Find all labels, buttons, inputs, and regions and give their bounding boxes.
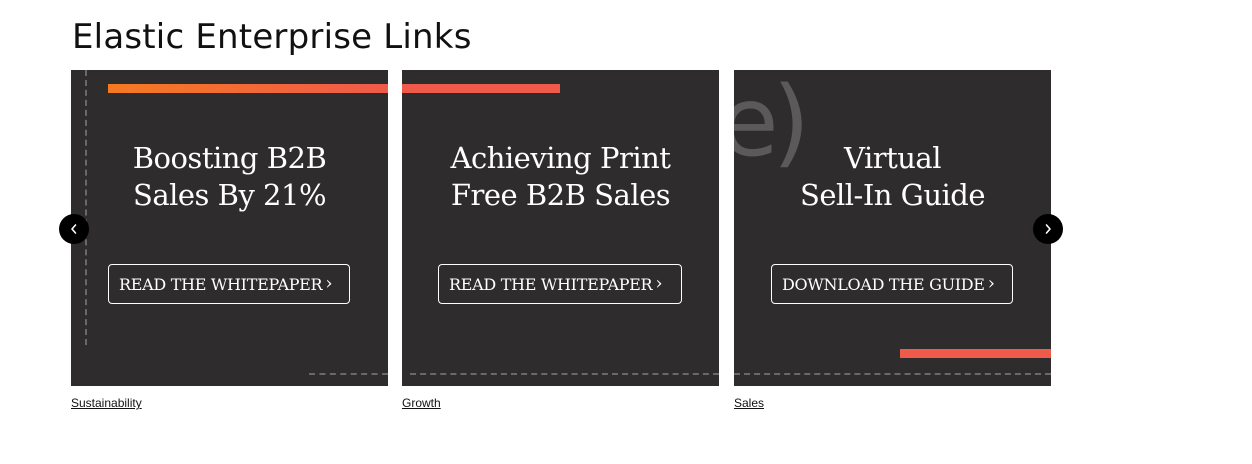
chevron-right-icon: [1045, 224, 1051, 234]
carousel-card: Achieving Print Free B2B Sales READ THE …: [402, 70, 719, 412]
card-heading-line: Sell-In Guide: [799, 178, 986, 212]
card-image[interactable]: (e) Virtual Sell-In Guide DOWNLOAD THE G…: [734, 70, 1051, 386]
card-heading-line: Virtual: [844, 141, 941, 175]
card-image[interactable]: Boosting B2B Sales By 21% READ THE WHITE…: [71, 70, 388, 386]
category-link-sustainability[interactable]: Sustainability: [71, 396, 142, 410]
download-guide-button[interactable]: DOWNLOAD THE GUIDE ›: [771, 264, 1013, 304]
card-heading-line: Sales By 21%: [132, 178, 327, 212]
card-heading: Achieving Print Free B2B Sales: [402, 140, 719, 214]
card-heading: Boosting B2B Sales By 21%: [71, 140, 388, 214]
decor-accent-bar: [402, 84, 560, 93]
cta-label: READ THE WHITEPAPER: [449, 274, 653, 294]
decor-dashed-line: [410, 373, 719, 375]
cta-label: DOWNLOAD THE GUIDE: [782, 274, 985, 294]
carousel-card: (e) Virtual Sell-In Guide DOWNLOAD THE G…: [734, 70, 1051, 412]
chevron-right-icon: ›: [655, 273, 663, 294]
category-link-sales[interactable]: Sales: [734, 396, 764, 410]
category-link-growth[interactable]: Growth: [402, 396, 441, 410]
decor-accent-bar: [900, 349, 1051, 358]
card-heading-line: Achieving Print: [450, 141, 671, 175]
decor-dashed-line: [734, 373, 1051, 375]
chevron-left-icon: [71, 224, 77, 234]
carousel-next-button[interactable]: [1033, 214, 1063, 244]
read-whitepaper-button[interactable]: READ THE WHITEPAPER ›: [438, 264, 682, 304]
carousel-card: Boosting B2B Sales By 21% READ THE WHITE…: [71, 70, 388, 412]
decor-accent-bar: [108, 84, 388, 93]
page: Elastic Enterprise Links Boosting B2B Sa…: [0, 0, 1252, 464]
carousel-prev-button[interactable]: [59, 214, 89, 244]
page-title: Elastic Enterprise Links: [72, 17, 472, 57]
cta-label: READ THE WHITEPAPER: [119, 274, 323, 294]
carousel: Boosting B2B Sales By 21% READ THE WHITE…: [71, 70, 1051, 415]
read-whitepaper-button[interactable]: READ THE WHITEPAPER ›: [108, 264, 350, 304]
decor-dashed-line: [309, 373, 388, 375]
card-heading: Virtual Sell-In Guide: [734, 140, 1051, 214]
card-image[interactable]: Achieving Print Free B2B Sales READ THE …: [402, 70, 719, 386]
chevron-right-icon: ›: [987, 273, 995, 294]
card-heading-line: Boosting B2B: [132, 141, 327, 175]
card-heading-line: Free B2B Sales: [450, 178, 671, 212]
chevron-right-icon: ›: [325, 273, 333, 294]
